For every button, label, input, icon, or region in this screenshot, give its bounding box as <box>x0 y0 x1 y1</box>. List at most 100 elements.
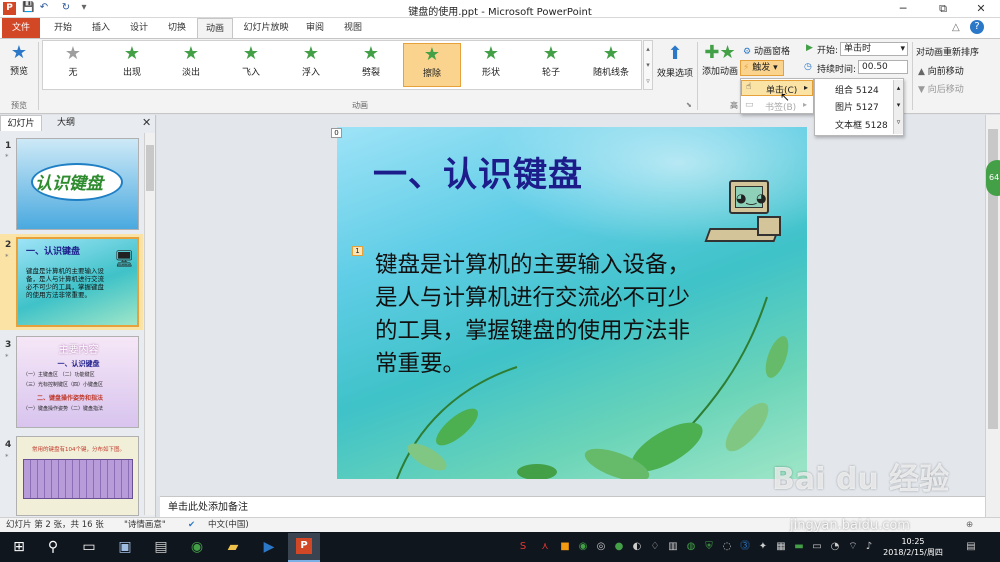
language-status[interactable]: 中文(中国) <box>208 518 249 532</box>
folder-icon[interactable]: ▰ <box>222 536 244 558</box>
close-panel-icon[interactable]: ✕ <box>142 116 151 129</box>
move-later-button[interactable]: ▼ 向后移动 <box>918 82 964 95</box>
tray-icon[interactable]: ▭ <box>810 540 824 554</box>
add-animation-button[interactable]: ✚★ 添加动画 <box>700 42 740 77</box>
animation-star-icon: ⁎ <box>5 251 9 259</box>
collapse-ribbon-icon[interactable]: △ <box>952 22 960 33</box>
slide-thumbnail-1[interactable]: 认识键盘 <box>16 138 139 230</box>
panel-scrollbar[interactable] <box>144 133 155 515</box>
effect-none[interactable]: ★ 无 <box>45 43 101 87</box>
notes-pane[interactable]: 单击此处添加备注 <box>160 496 985 518</box>
tray-icon[interactable]: ▬ <box>792 540 806 554</box>
animation-star-icon: ⁎ <box>5 351 9 359</box>
tab-home[interactable]: 开始 <box>46 18 80 38</box>
close-button[interactable]: ✕ <box>964 0 998 18</box>
trigger-button[interactable]: ⚡ 触发 ▾ <box>740 60 784 76</box>
slide-thumbnail-2[interactable]: 一、认识键盘 键盘是计算机的主要输入设备，是人与计算机进行交流必不可少的工具，掌… <box>16 237 139 327</box>
search-icon[interactable]: ⚲ <box>42 536 64 558</box>
effect-fly-in[interactable]: ★ 飞入 <box>223 43 279 87</box>
gallery-scroll[interactable]: ▴ ▾ ▿ <box>643 40 653 90</box>
tray-icon[interactable]: ⋏ <box>538 540 552 554</box>
tab-review[interactable]: 审阅 <box>298 18 332 38</box>
slide-canvas[interactable]: ◕‿◕ 一、认识键盘 键盘是计算机的主要输入设备，是人与计算机进行交流必不可少的… <box>337 127 807 479</box>
animation-order-tag[interactable]: 1 <box>352 246 363 256</box>
tray-icon[interactable]: ◐ <box>630 540 644 554</box>
tab-view[interactable]: 视图 <box>336 18 370 38</box>
tray-icon[interactable]: ◌ <box>720 540 734 554</box>
clock[interactable]: 10:25 2018/2/15/周四 <box>880 536 946 558</box>
tab-slides-panel[interactable]: 幻灯片 <box>0 115 42 131</box>
tray-icon[interactable]: ◍ <box>684 540 698 554</box>
animation-order-tag[interactable]: 0 <box>331 128 342 138</box>
animation-pane-button[interactable]: ⚙ 动画窗格 <box>743 44 803 57</box>
tray-icon[interactable]: ◔ <box>828 540 842 554</box>
task-view-icon[interactable]: ▭ <box>78 536 100 558</box>
tray-icon[interactable]: ■ <box>558 540 572 554</box>
tray-icon[interactable]: ● <box>612 540 626 554</box>
slide-thumbnail-4[interactable]: 常用的键盘有104个键，分布如下图。 <box>16 436 139 516</box>
submenu-item[interactable]: 文本框 5128 <box>835 118 888 131</box>
minimize-button[interactable]: ─ <box>886 0 920 18</box>
zoom-in-icon[interactable]: ⊕ <box>966 518 973 532</box>
effect-appear[interactable]: ★ 出现 <box>104 43 160 87</box>
submenu-item[interactable]: 图片 5127 <box>835 100 879 113</box>
scrollbar-thumb[interactable] <box>146 145 154 191</box>
help-icon[interactable]: ? <box>970 20 984 34</box>
thumb-title: 常用的键盘有104个键，分布如下图。 <box>32 447 125 453</box>
spellcheck-icon[interactable]: ✔ <box>188 518 195 532</box>
app-icon[interactable]: ▣ <box>114 536 136 558</box>
tab-design[interactable]: 设计 <box>122 18 156 38</box>
submenu-scrollbar[interactable]: ▴ ▾ ▿ <box>893 80 903 134</box>
effect-float-in[interactable]: ★ 浮入 <box>283 43 339 87</box>
preview-button[interactable]: ★ 预览 <box>4 42 34 77</box>
move-later-label: 向后移动 <box>927 85 964 95</box>
star-icon: ★ <box>242 43 260 64</box>
menu-item-on-click[interactable]: ☝ 单击(C) ▸ <box>741 80 813 96</box>
tab-insert[interactable]: 插入 <box>84 18 118 38</box>
dialog-launcher-icon[interactable]: ⬊ <box>686 101 692 109</box>
slide-body-text[interactable]: 键盘是计算机的主要输入设备，是人与计算机进行交流必不可少的工具，掌握键盘的使用方… <box>375 249 693 381</box>
tray-icon[interactable]: ▥ <box>666 540 680 554</box>
browser-icon[interactable]: ◉ <box>186 536 208 558</box>
app-icon[interactable]: ▤ <box>150 536 172 558</box>
effect-shape[interactable]: ★ 形状 <box>463 43 519 87</box>
effect-options-button[interactable]: ⬆ 效果选项 <box>656 42 694 79</box>
effect-wheel[interactable]: ★ 轮子 <box>523 43 579 87</box>
tab-transitions[interactable]: 切换 <box>160 18 194 38</box>
tab-animations[interactable]: 动画 <box>197 18 233 38</box>
animation-group-label: 动画 <box>352 101 368 110</box>
tray-icon[interactable]: ✦ <box>756 540 770 554</box>
tab-outline-panel[interactable]: 大纲 <box>44 115 88 131</box>
effect-fade[interactable]: ★ 淡出 <box>163 43 219 87</box>
duration-label: 持续时间: <box>817 65 857 75</box>
trigger-object-submenu: 组合 5124 图片 5127 文本框 5128 ▴ ▾ ▿ <box>814 78 904 136</box>
menu-item-bookmark[interactable]: ▭ 书签(B) ▸ <box>741 98 813 114</box>
duration-input[interactable]: 00.50 <box>858 60 908 74</box>
effect-random-bars[interactable]: ★ 随机线条 <box>583 43 639 87</box>
tab-file[interactable]: 文件 <box>2 18 40 38</box>
volume-icon[interactable]: ♪ <box>862 540 876 554</box>
start-select[interactable]: 单击时 ▾ <box>840 42 908 56</box>
move-earlier-button[interactable]: ▲ 向前移动 <box>918 64 964 77</box>
tray-icon[interactable]: S <box>516 540 530 554</box>
submenu-item[interactable]: 组合 5124 <box>835 83 879 96</box>
media-player-icon[interactable]: ▶ <box>258 536 280 558</box>
floating-badge[interactable]: 64 <box>986 160 1000 196</box>
thumb-title: 一、认识键盘 <box>26 247 81 257</box>
powerpoint-task-button[interactable]: P <box>288 533 320 562</box>
tray-icon[interactable]: ◉ <box>576 540 590 554</box>
slide-title[interactable]: 一、认识键盘 <box>373 147 583 196</box>
restore-button[interactable]: ⧉ <box>926 0 960 18</box>
effect-split[interactable]: ★ 劈裂 <box>343 43 399 87</box>
wifi-icon[interactable]: ⌔ <box>846 540 860 554</box>
windows-start-icon[interactable]: ⊞ <box>8 536 30 558</box>
tray-icon[interactable]: ◎ <box>594 540 608 554</box>
hp-icon[interactable]: ⓷ <box>738 540 752 554</box>
effect-wipe[interactable]: ★ 擦除 <box>403 43 461 87</box>
tab-slideshow[interactable]: 幻灯片放映 <box>238 18 294 38</box>
tray-icon[interactable]: ♢ <box>648 540 662 554</box>
tray-icon[interactable]: ▦ <box>774 540 788 554</box>
shield-icon[interactable]: ⛨ <box>702 540 716 554</box>
notification-icon[interactable]: ▤ <box>964 540 978 554</box>
slide-thumbnail-3[interactable]: 主要内容 一、认识键盘 （一）主键盘区 （二）功能键区 （三）光标控制键区（四）… <box>16 336 139 428</box>
